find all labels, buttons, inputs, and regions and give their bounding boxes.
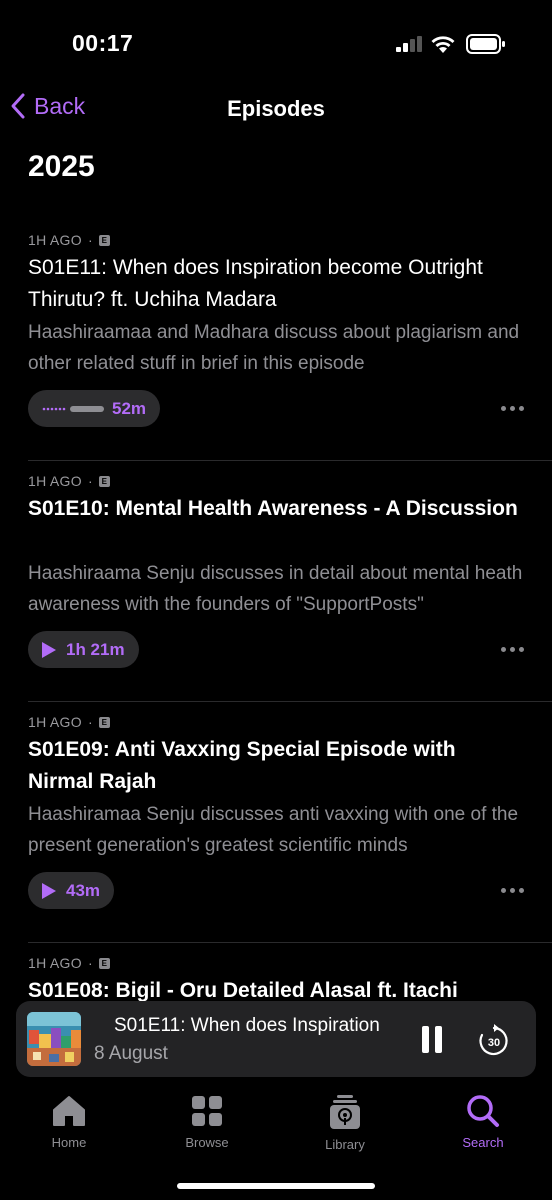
episode-title: S01E10: Mental Health Awareness - A Disc… — [28, 497, 518, 520]
more-options-button[interactable] — [501, 888, 524, 893]
episode-meta: 1H AGO · E — [28, 955, 110, 971]
episode-age: 1H AGO — [28, 714, 82, 730]
play-icon — [42, 641, 56, 658]
explicit-badge-icon: E — [98, 716, 110, 728]
play-icon — [42, 882, 56, 899]
episode-duration: 52m — [112, 398, 147, 418]
tab-bar: Home Browse Library Search — [0, 1086, 552, 1166]
library-icon — [330, 1095, 360, 1129]
pause-button[interactable] — [422, 1026, 442, 1053]
episode-meta: 1H AGO · E — [28, 714, 110, 730]
episode-age: 1H AGO — [28, 232, 82, 248]
separator-dot: · — [87, 473, 93, 489]
episode-age: 1H AGO — [28, 473, 82, 489]
episode-description: Haashiraama Senju discusses in detail ab… — [28, 563, 523, 615]
navigation-bar: Back Episodes — [0, 82, 552, 136]
tab-library[interactable]: Library — [290, 1094, 400, 1152]
tab-home[interactable]: Home — [14, 1094, 124, 1150]
play-button[interactable]: 43m — [28, 872, 115, 909]
episode-title: S01E11: When does Inspiration become Out… — [28, 256, 483, 311]
episode-title: S01E09: Anti Vaxxing Special Episode wit… — [28, 738, 456, 793]
episode-duration: 43m — [66, 880, 101, 900]
tab-label: Browse — [185, 1135, 229, 1150]
episode-description: Haashiraamaa and Madhara discuss about p… — [28, 322, 520, 374]
episode-age: 1H AGO — [28, 955, 82, 971]
play-button[interactable]: 1h 21m — [28, 631, 139, 668]
separator-dot: · — [87, 714, 93, 730]
section-year-heading: 2025 — [28, 150, 95, 183]
tab-label: Library — [325, 1137, 365, 1152]
separator-dot: · — [87, 955, 93, 971]
cellular-signal-icon — [396, 36, 422, 52]
explicit-badge-icon: E — [98, 957, 110, 969]
episode-row[interactable]: 1H AGO · E S01E10: Mental Health Awarene… — [0, 461, 552, 702]
skip-forward-30-icon[interactable]: 30 — [478, 1023, 510, 1057]
tab-label: Home — [51, 1135, 87, 1150]
status-bar: 00:17 — [0, 0, 552, 80]
now-playing-title: S01E11: When does Inspiration — [114, 1015, 380, 1036]
episode-meta: 1H AGO · E — [28, 232, 110, 248]
episode-duration: 1h 21m — [66, 639, 125, 659]
resume-button[interactable]: 52m — [28, 390, 161, 427]
explicit-badge-icon: E — [98, 475, 110, 487]
mini-player[interactable]: S01E11: When does Inspiration 8 August 3… — [16, 1001, 536, 1077]
tab-label: Search — [462, 1135, 504, 1150]
svg-text:30: 30 — [488, 1037, 500, 1049]
episode-row[interactable]: 1H AGO · E S01E09: Anti Vaxxing Special … — [0, 702, 552, 943]
battery-icon — [466, 34, 505, 54]
more-options-button[interactable] — [501, 406, 524, 411]
separator-dot: · — [87, 232, 93, 248]
more-options-button[interactable] — [501, 647, 524, 652]
episode-description: Haashiramaa Senju discusses anti vaxxing… — [28, 804, 519, 856]
search-icon — [467, 1095, 499, 1127]
home-indicator — [177, 1183, 375, 1189]
pause-icon — [422, 1026, 429, 1053]
tab-browse[interactable]: Browse — [152, 1094, 262, 1150]
tab-search[interactable]: Search — [428, 1094, 538, 1150]
explicit-badge-icon: E — [98, 234, 110, 246]
episode-meta: 1H AGO · E — [28, 473, 110, 489]
playing-progress-icon — [42, 405, 104, 412]
episode-row[interactable]: 1H AGO · E S01E11: When does Inspiration… — [0, 220, 552, 461]
home-icon — [53, 1096, 85, 1126]
page-title: Episodes — [227, 96, 325, 121]
status-time: 00:17 — [72, 30, 134, 56]
now-playing-date: 8 August — [94, 1043, 168, 1064]
podcast-artwork — [27, 1012, 81, 1066]
wifi-icon — [431, 36, 455, 53]
grid-icon — [192, 1096, 222, 1126]
